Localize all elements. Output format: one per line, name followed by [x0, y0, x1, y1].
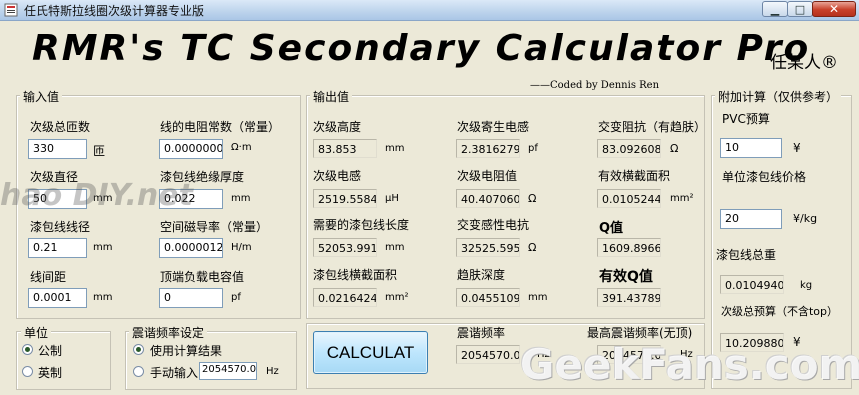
resistivity-input[interactable]: 0.0000000 — [159, 139, 223, 159]
minimize-button[interactable]: ▁ — [762, 1, 788, 17]
inductance-unit: μH — [385, 193, 399, 204]
reactance-output: 32525.595 — [456, 238, 520, 257]
pvc-budget-input[interactable]: 10 — [720, 138, 782, 158]
q-label: Q值 — [599, 221, 624, 236]
turns-input[interactable]: 330 — [28, 139, 87, 159]
app-icon — [4, 3, 18, 17]
top-load-cap-label: 顶端负载电容值 — [160, 270, 245, 284]
wire-price-input[interactable]: 20 — [720, 209, 782, 229]
turns-unit: 匝 — [93, 144, 106, 158]
parasitic-cap-label: 次级寄生电感 — [457, 120, 530, 134]
metric-radio[interactable] — [22, 344, 33, 355]
watermark-geekfans: GeekFans.com — [520, 340, 859, 389]
resistance-output: 40.407060 — [456, 189, 520, 208]
wire-length-unit: mm — [385, 242, 405, 253]
height-label: 次级高度 — [313, 120, 362, 134]
calculate-button[interactable]: CALCULAT — [313, 331, 428, 374]
use-calc-radio[interactable] — [133, 344, 144, 355]
permeability-label: 空间磁导率（常量） — [160, 220, 269, 234]
imperial-label[interactable]: 英制 — [38, 364, 62, 381]
reactance-label: 交变感性电抗 — [457, 218, 530, 232]
ac-resistance-label: 交变阻抗（有趋肤） — [598, 120, 707, 134]
resonance-output: 2054570.0 — [456, 345, 520, 364]
spacing-unit: mm — [93, 292, 113, 303]
effective-q-output: 391.43789 — [597, 288, 661, 307]
close-button[interactable]: ✕ — [812, 1, 856, 17]
q-output: 1609.8966 — [597, 238, 661, 257]
permeability-unit: H/m — [231, 242, 252, 253]
app-heading: RMR's TC Secondary Calculator Pro — [32, 28, 811, 69]
total-budget-label: 次级总预算（不含top） — [721, 305, 839, 318]
skin-depth-output: 0.0455109 — [456, 288, 520, 307]
resonance-label: 震谐频率 — [457, 326, 506, 340]
resistance-label: 次级电阻值 — [457, 169, 518, 183]
wire-weight-label: 漆包线总重 — [716, 248, 777, 262]
wire-diameter-input[interactable]: 0.21 — [28, 238, 87, 258]
spacing-input[interactable]: 0.0001 — [28, 288, 87, 308]
top-load-cap-input[interactable]: 0 — [159, 288, 223, 308]
wire-length-output: 52053.991 — [313, 238, 377, 257]
coded-by-credit: ——Coded by Dennis Ren — [530, 80, 660, 91]
resistivity-unit: Ω·m — [231, 142, 252, 153]
insulation-unit: mm — [231, 193, 251, 204]
height-output: 83.853 — [313, 139, 377, 158]
wire-price-label: 单位漆包线价格 — [722, 170, 807, 184]
effective-area-output: 0.0105244 — [597, 189, 661, 208]
wire-area-unit: mm² — [385, 292, 409, 303]
outputs-group-title: 输出值 — [310, 88, 353, 105]
inductance-label: 次级电感 — [313, 169, 362, 183]
max-resonance-label: 最高震谐频率(无顶) — [587, 326, 693, 340]
wire-length-label: 需要的漆包线长度 — [313, 218, 410, 232]
manual-label[interactable]: 手动输入 — [150, 364, 198, 381]
pvc-budget-label: PVC预算 — [722, 112, 770, 126]
spacing-label: 线间距 — [30, 270, 67, 284]
parasitic-cap-output: 2.3816279 — [456, 139, 520, 158]
ac-resistance-output: 83.092608 — [597, 139, 661, 158]
turns-label: 次级总匝数 — [30, 120, 91, 134]
imperial-radio[interactable] — [22, 366, 33, 377]
extra-group-title: 附加计算（仅供参考） — [715, 88, 842, 105]
maximize-button[interactable]: □ — [787, 1, 813, 17]
wire-weight-unit: kg — [800, 280, 813, 291]
resistance-unit: Ω — [528, 192, 537, 205]
effective-q-label: 有效Q值 — [599, 269, 653, 285]
manual-radio[interactable] — [133, 366, 144, 377]
inductance-output: 2519.5584 — [313, 189, 377, 208]
effective-area-label: 有效横截面积 — [598, 169, 671, 183]
watermark-haodiy: hao DIY.net — [0, 178, 193, 213]
window-title: 任氏特斯拉线圈次级计算器专业版 — [24, 4, 205, 18]
resistivity-label: 线的电阻常数（常量） — [160, 120, 281, 134]
skin-depth-unit: mm — [528, 292, 548, 303]
reactance-unit: Ω — [528, 241, 537, 254]
author-badge: 任某人® — [770, 53, 838, 73]
permeability-input[interactable]: 0.0000012 — [159, 238, 223, 258]
effective-area-unit: mm² — [670, 193, 694, 204]
use-calc-label[interactable]: 使用计算结果 — [150, 342, 222, 359]
wire-diameter-label: 漆包线线径 — [30, 220, 91, 234]
manual-frequency-unit: Hz — [266, 366, 279, 377]
top-load-cap-unit: pf — [231, 292, 241, 303]
height-unit: mm — [385, 143, 405, 154]
inputs-group-title: 输入值 — [20, 88, 63, 105]
wire-price-unit: ¥/kg — [793, 212, 818, 225]
wire-weight-output: 0.0104940 — [720, 275, 784, 294]
resonance-group-title: 震谐频率设定 — [129, 324, 208, 341]
pvc-budget-unit: ¥ — [793, 141, 801, 155]
wire-area-output: 0.0216424 — [313, 288, 377, 307]
manual-frequency-input[interactable]: 2054570.0 — [199, 362, 257, 380]
skin-depth-label: 趋肤深度 — [457, 268, 506, 282]
units-group-title: 单位 — [21, 324, 52, 341]
wire-area-label: 漆包线横截面积 — [313, 268, 398, 282]
wire-diameter-unit: mm — [93, 242, 113, 253]
metric-label[interactable]: 公制 — [38, 342, 62, 359]
ac-resistance-unit: Ω — [670, 142, 679, 155]
parasitic-cap-unit: pf — [528, 143, 538, 154]
